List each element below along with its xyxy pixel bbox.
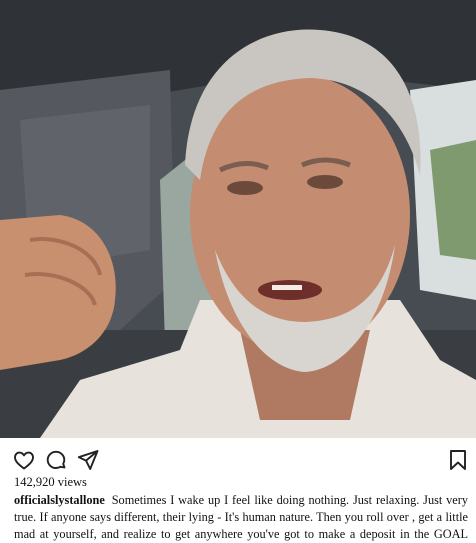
heart-icon[interactable] <box>12 448 36 472</box>
post-actions-bar <box>0 444 476 476</box>
video-still-image <box>0 0 476 438</box>
send-icon[interactable] <box>76 448 100 472</box>
username-link[interactable]: officialslystallone <box>14 493 105 507</box>
bookmark-icon[interactable] <box>446 448 470 472</box>
view-count: 142,920 views <box>14 475 87 489</box>
video-frame[interactable] <box>0 0 476 438</box>
instagram-post: 142,920 views officialslystallone Someti… <box>0 0 476 543</box>
post-caption: officialslystallone Sometimes I wake up … <box>14 492 468 543</box>
comment-icon[interactable] <box>44 448 68 472</box>
